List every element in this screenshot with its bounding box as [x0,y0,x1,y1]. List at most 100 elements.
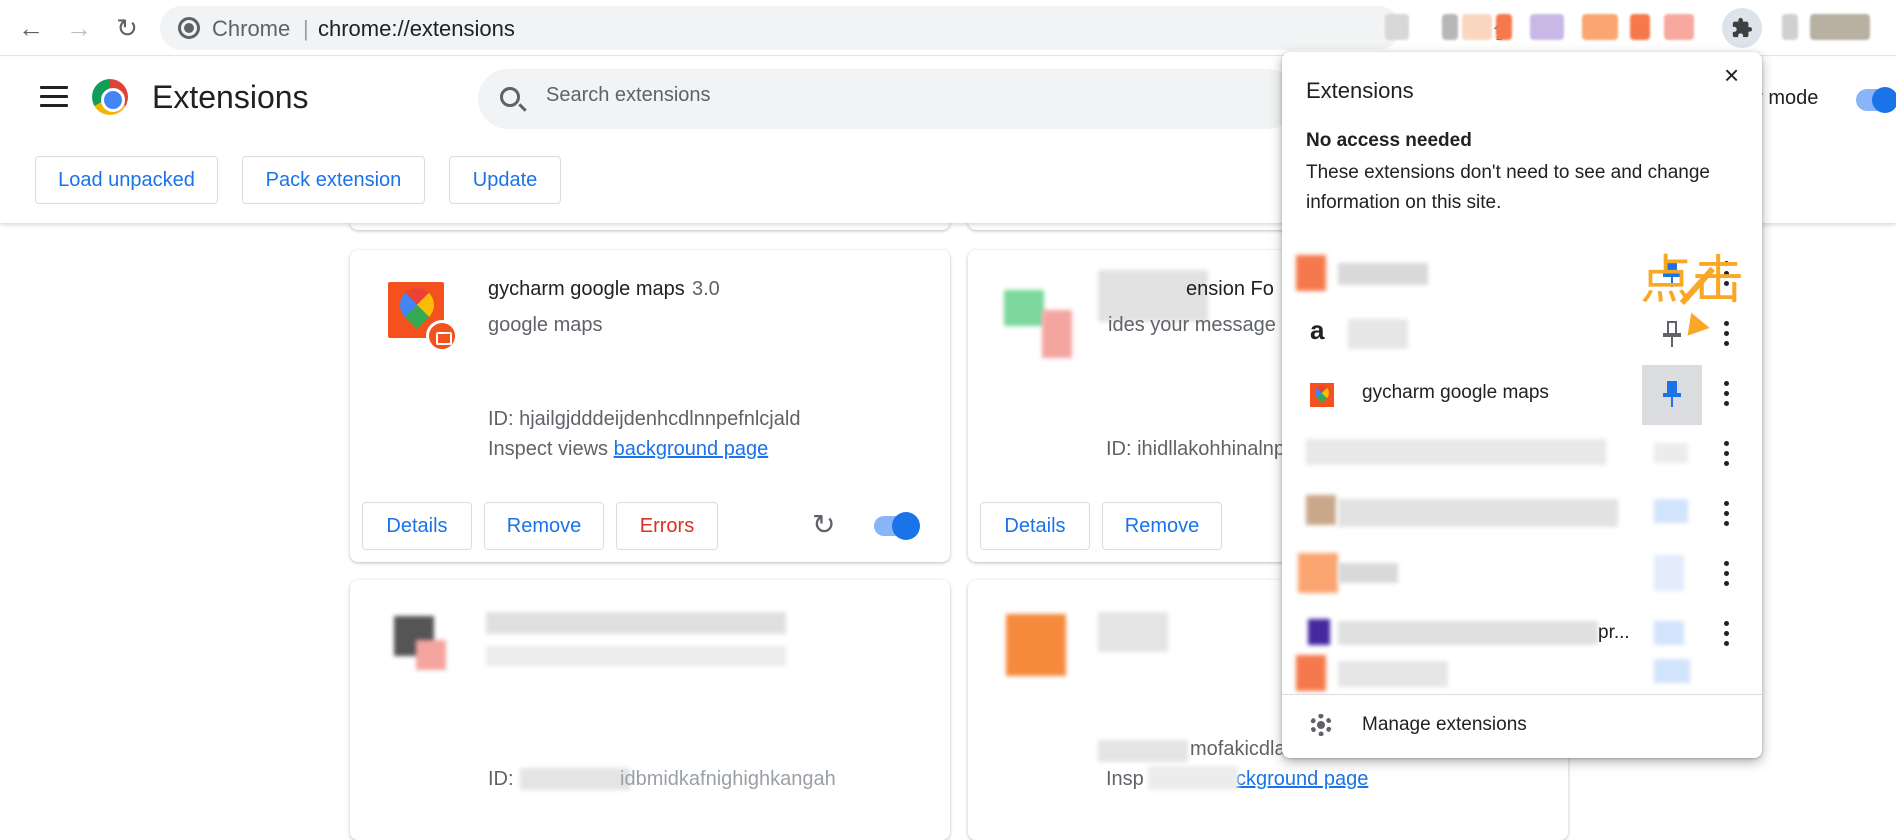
reload-icon[interactable]: ↻ [112,13,142,43]
search-bar[interactable] [478,69,1298,129]
blurred-extension-icon [1296,255,1326,291]
google-maps-extension-icon [388,280,458,352]
blurred-extension-name [1338,621,1598,645]
blurred-extension-icon[interactable] [1530,14,1564,40]
reload-extension-icon[interactable]: ↻ [812,508,835,541]
close-icon[interactable]: × [1724,60,1739,91]
blurred-profile-icon[interactable] [1810,14,1870,40]
blurred-text [520,768,630,790]
extensions-puzzle-button[interactable] [1722,8,1762,48]
more-options-icon[interactable] [1724,441,1730,469]
blurred-text [1098,740,1188,762]
blurred-extension-name [1348,319,1408,349]
blurred-extension-name [1338,263,1428,285]
back-arrow-icon[interactable]: ← [16,13,46,43]
more-options-icon[interactable] [1724,561,1730,589]
blurred-extension-icon [1306,495,1336,525]
more-options-icon[interactable] [1724,621,1730,649]
no-access-section-note: These extensions don't need to see and c… [1306,162,1710,213]
blurred-extension-name [1338,563,1398,583]
manage-extensions-row[interactable]: Manage extensions [1282,700,1762,752]
popup-extension-row[interactable] [1282,425,1762,485]
blurred-extension-icon [1296,655,1326,691]
url-separator: | [303,16,309,41]
inspect-views: Insp [1106,768,1144,791]
blurred-extension-icon[interactable] [1664,14,1694,40]
forward-arrow-icon[interactable]: → [64,13,94,43]
load-unpacked-button[interactable]: Load unpacked [35,156,218,204]
details-button[interactable]: Details [980,502,1090,550]
chrome-site-icon [178,17,200,39]
url-text[interactable]: chrome://extensions [318,16,515,42]
blurred-profile-icon[interactable] [1782,14,1798,40]
extension-id-tail: idbmidkafnighighkangah [620,768,836,790]
popup-extension-row[interactable] [1282,485,1762,545]
address-bar[interactable]: Chrome | chrome://extensions ⇪ [160,6,1508,50]
background-page-link[interactable]: background page [614,438,769,460]
blurred-text [486,612,786,634]
blurred-extension-name [1338,499,1618,527]
chrome-logo-icon [92,79,128,115]
extension-enable-toggle[interactable] [874,512,920,540]
extension-card: ID: idbmidkafnighighkangah [350,580,950,840]
blurred-extension-icon [1004,290,1044,326]
details-button[interactable]: Details [362,502,472,550]
blurred-extension-name [1306,439,1606,465]
pin-button[interactable] [1642,365,1702,425]
extensions-menu-popup: Extensions × No access needed These exte… [1282,52,1762,758]
pack-extension-button[interactable]: Pack extension [242,156,425,204]
extension-id: mofakicdla [1190,738,1286,760]
google-maps-extension-icon [1310,383,1334,407]
blurred-pin [1654,555,1684,591]
blurred-extension-icon[interactable] [1496,14,1512,40]
more-options-icon[interactable] [1724,321,1730,349]
remove-button[interactable]: Remove [484,502,604,550]
puzzle-icon [1732,17,1753,38]
manage-extensions-label[interactable]: Manage extensions [1362,714,1527,736]
extension-version: 3.0 [692,278,720,300]
popup-divider [1282,694,1762,695]
more-options-icon[interactable] [1724,381,1730,409]
extension-name: gycharm google maps [488,278,685,300]
more-options-icon[interactable] [1724,501,1730,529]
click-annotation-text: 点击 [1640,251,1745,311]
blurred-extension-icon[interactable] [1582,14,1618,40]
inspect-views-label: Insp [1106,768,1144,790]
extension-card-gycharm: gycharm google maps 3.0 google maps ID: … [350,250,950,562]
pin-icon [1663,381,1681,409]
blurred-pin [1654,443,1688,463]
popup-extension-row[interactable] [1282,545,1762,605]
blurred-text [1098,612,1168,652]
blurred-extension-icon [1308,619,1330,645]
search-icon [500,87,520,107]
popup-extension-row-gycharm[interactable]: gycharm google maps [1282,365,1762,425]
extension-id: ID: [488,768,514,790]
errors-button[interactable]: Errors [616,502,718,550]
blurred-extension-icon[interactable] [1462,14,1492,40]
blurred-extension-icon [1006,614,1066,676]
blurred-extension-icon [1042,310,1072,358]
extension-id: ID: hjailgjdddeijdenhcdlnnpefnlcjald [488,408,801,430]
gear-icon [1310,714,1332,736]
truncated-extension-name: pr... [1598,622,1630,643]
background-page-link[interactable]: ckground page [1236,768,1368,791]
page-title: Extensions [152,79,309,115]
amazon-icon: a [1310,315,1325,345]
blurred-pin [1654,499,1688,523]
site-label: Chrome [212,16,291,41]
popup-title: Extensions [1306,78,1414,103]
blurred-extension-icon[interactable] [1630,14,1650,40]
remove-button[interactable]: Remove [1102,502,1222,550]
inspect-views: Inspect views background page [488,438,768,461]
update-button[interactable]: Update [449,156,561,204]
developer-mode-toggle[interactable] [1856,87,1896,113]
browser-toolbar: ← → ↻ Chrome | chrome://extensions ⇪ [0,0,1896,56]
menu-hamburger-icon[interactable] [40,86,68,107]
pin-icon [1663,321,1681,349]
popup-extension-name: gycharm google maps [1362,382,1549,403]
blurred-extension-icon[interactable] [1385,14,1409,40]
extension-name: ension Fo [1186,278,1274,300]
search-input[interactable] [544,83,1244,108]
no-access-section-title: No access needed [1306,130,1472,151]
blurred-extension-icon[interactable] [1442,14,1458,40]
